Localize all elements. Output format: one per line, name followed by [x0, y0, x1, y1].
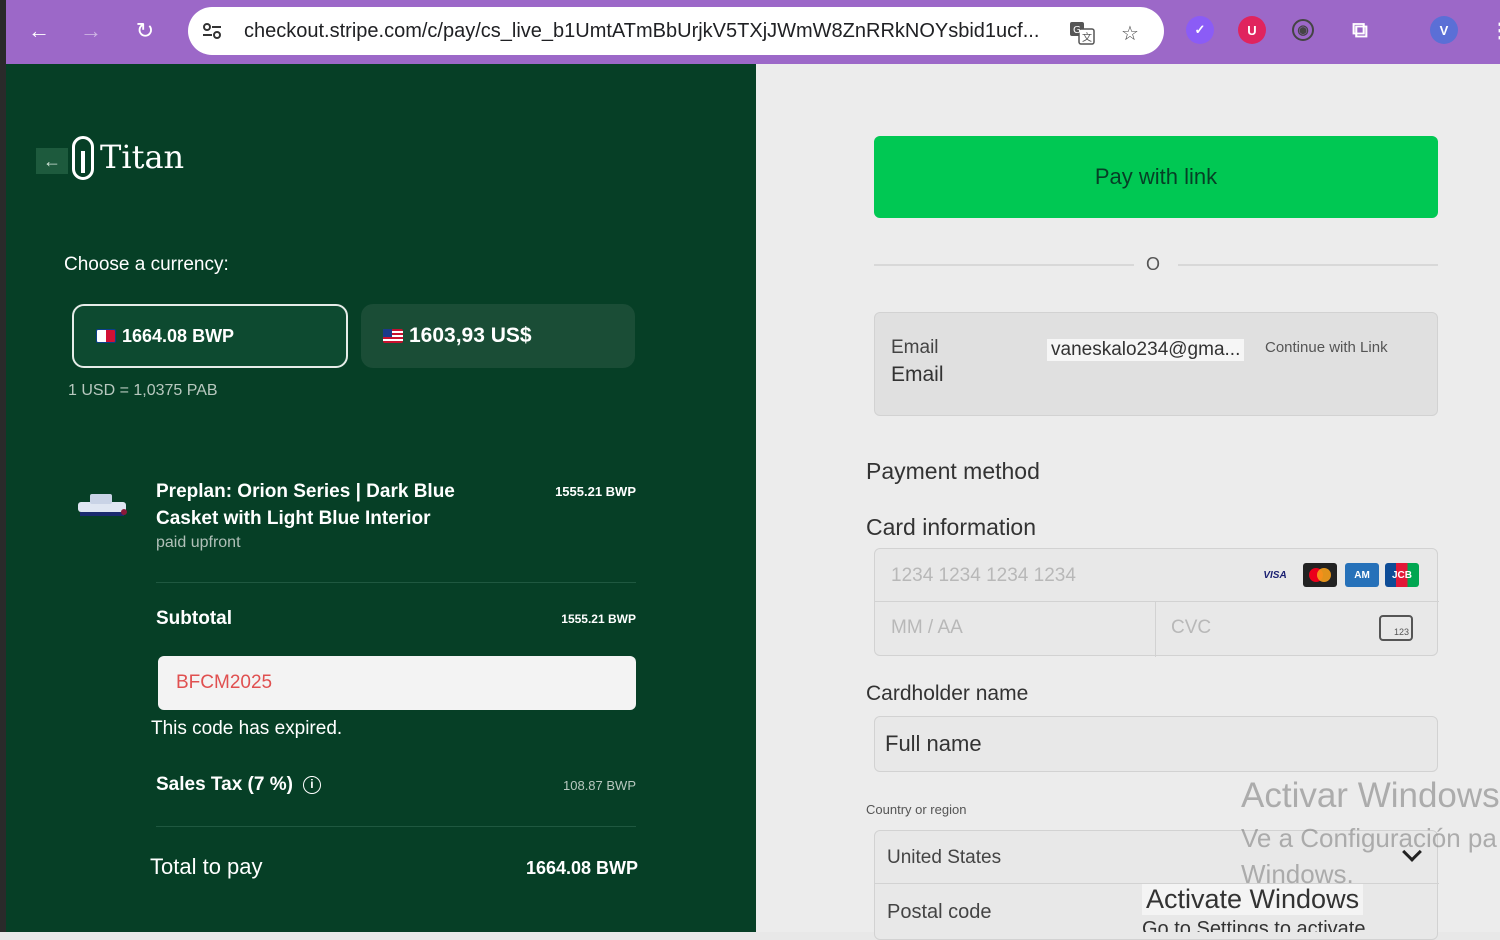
profile-avatar[interactable]: V	[1430, 16, 1458, 44]
total-value: 1664.08 BWP	[525, 858, 638, 878]
jcb-icon: JCB	[1385, 563, 1419, 587]
windows-watermark-title: Activar Windows	[1241, 776, 1500, 815]
or-separator: O	[1146, 254, 1161, 274]
divider	[874, 264, 1134, 266]
bookmark-star-icon[interactable]: ☆	[1116, 19, 1144, 47]
page-frame: ← → ↻ checkout.stripe.com/c/pay/cs_live_…	[0, 0, 1500, 940]
product-billing-note: paid upfront	[156, 534, 241, 551]
product-name: Preplan: Orion Series | Dark Blue Casket…	[156, 481, 455, 529]
email-label: Email	[891, 337, 939, 358]
card-input-group: 1234 1234 1234 1234 VISA AM JCB MM / AA …	[874, 548, 1439, 657]
sales-tax-label: Sales Tax (7 %) i	[156, 774, 321, 796]
order-summary-panel: ← Titan Choose a currency: 1664.08 BWP 1…	[6, 64, 756, 932]
cardholder-name-title: Cardholder name	[866, 682, 1029, 705]
card-number-input[interactable]: 1234 1234 1234 1234	[891, 565, 1076, 587]
reload-icon[interactable]: ↻	[128, 14, 162, 48]
divider	[156, 582, 636, 583]
currency-label: Choose a currency:	[64, 254, 229, 275]
email-value[interactable]: vaneskalo234@gma...	[1047, 339, 1245, 361]
windows-watermark-subtitle: Ve a Configuración pa Windows.	[1241, 820, 1500, 892]
cvc-input[interactable]: CVC	[1171, 617, 1211, 639]
amex-icon: AM	[1345, 563, 1379, 587]
divider	[1155, 601, 1156, 657]
currency-amount: 1664.08 BWP	[122, 325, 235, 346]
shield-extension-icon[interactable]: U	[1238, 16, 1266, 44]
divider	[1178, 264, 1438, 266]
card-information-title: Card information	[866, 514, 1037, 540]
total-label: Total to pay	[150, 854, 263, 879]
forward-arrow-icon[interactable]: →	[74, 14, 108, 48]
pay-with-link-button[interactable]: Pay with link	[874, 136, 1438, 218]
cvc-card-icon: 123	[1379, 615, 1413, 641]
puzzle-extensions-icon[interactable]: ⧉	[1346, 16, 1374, 44]
merchant-name: Titan	[100, 138, 185, 176]
currency-option-bwp[interactable]: 1664.08 BWP	[72, 304, 348, 368]
currency-amount: 1603,93 US$	[409, 324, 532, 347]
continue-with-link-button[interactable]: Continue with Link	[1265, 339, 1388, 356]
address-bar[interactable]: checkout.stripe.com/c/pay/cs_live_b1UmtA…	[188, 7, 1164, 55]
email-label-secondary: Email	[891, 363, 944, 386]
cardholder-name-input[interactable]: Full name	[874, 716, 1438, 772]
payment-method-title: Payment method	[866, 458, 1040, 484]
site-settings-icon[interactable]	[200, 19, 224, 43]
email-field[interactable]: Email Email vaneskalo234@gma... Continue…	[874, 312, 1438, 416]
back-arrow-icon[interactable]: ←	[36, 148, 68, 174]
promo-code-input[interactable]: BFCM2025	[158, 656, 636, 710]
mastercard-icon	[1303, 563, 1337, 587]
browser-toolbar: ← → ↻ checkout.stripe.com/c/pay/cs_live_…	[6, 0, 1500, 64]
info-icon[interactable]: i	[302, 775, 321, 794]
subtotal-value: 1555.21 BWP	[561, 612, 636, 626]
product-price: 1555.21 BWP	[555, 484, 636, 499]
exchange-rate: 1 USD = 1,0375 PAB	[68, 382, 218, 399]
windows-activation-title: Activate Windows	[1142, 884, 1364, 915]
promo-error-message: This code has expired.	[151, 718, 343, 739]
subtotal-label: Subtotal	[156, 608, 232, 629]
visa-icon: VISA	[1263, 569, 1287, 581]
svg-text:G: G	[1073, 25, 1081, 36]
windows-watermark-line: Ve a Configuración pa	[1241, 823, 1497, 853]
translate-icon[interactable]: G文	[1068, 19, 1096, 47]
windows-activation-subtitle: Go to Settings to activate	[1142, 918, 1366, 932]
product-image	[72, 488, 132, 524]
country-label: Country or region	[866, 802, 967, 817]
svg-text:文: 文	[1082, 31, 1092, 44]
divider	[156, 826, 636, 827]
sales-tax-text: Sales Tax (7 %)	[156, 774, 293, 795]
postal-code-input[interactable]: Postal code	[887, 901, 992, 924]
back-arrow-icon[interactable]: ←	[22, 14, 56, 48]
sales-tax-value: 108.87 BWP	[563, 778, 636, 793]
country-value[interactable]: United States	[887, 847, 1001, 869]
us-flag-icon	[383, 329, 403, 343]
circle-extension-icon[interactable]: ◉	[1292, 19, 1314, 41]
menu-dots-icon[interactable]: ⋮	[1486, 16, 1500, 44]
panama-flag-icon	[96, 329, 116, 343]
extension-icon[interactable]: ✓	[1186, 16, 1214, 44]
url-text[interactable]: checkout.stripe.com/c/pay/cs_live_b1UmtA…	[244, 20, 1054, 43]
divider	[875, 601, 1439, 602]
titan-logo-icon	[72, 136, 94, 180]
currency-option-usd[interactable]: 1603,93 US$	[361, 304, 635, 368]
expiry-input[interactable]: MM / AA	[891, 617, 963, 639]
